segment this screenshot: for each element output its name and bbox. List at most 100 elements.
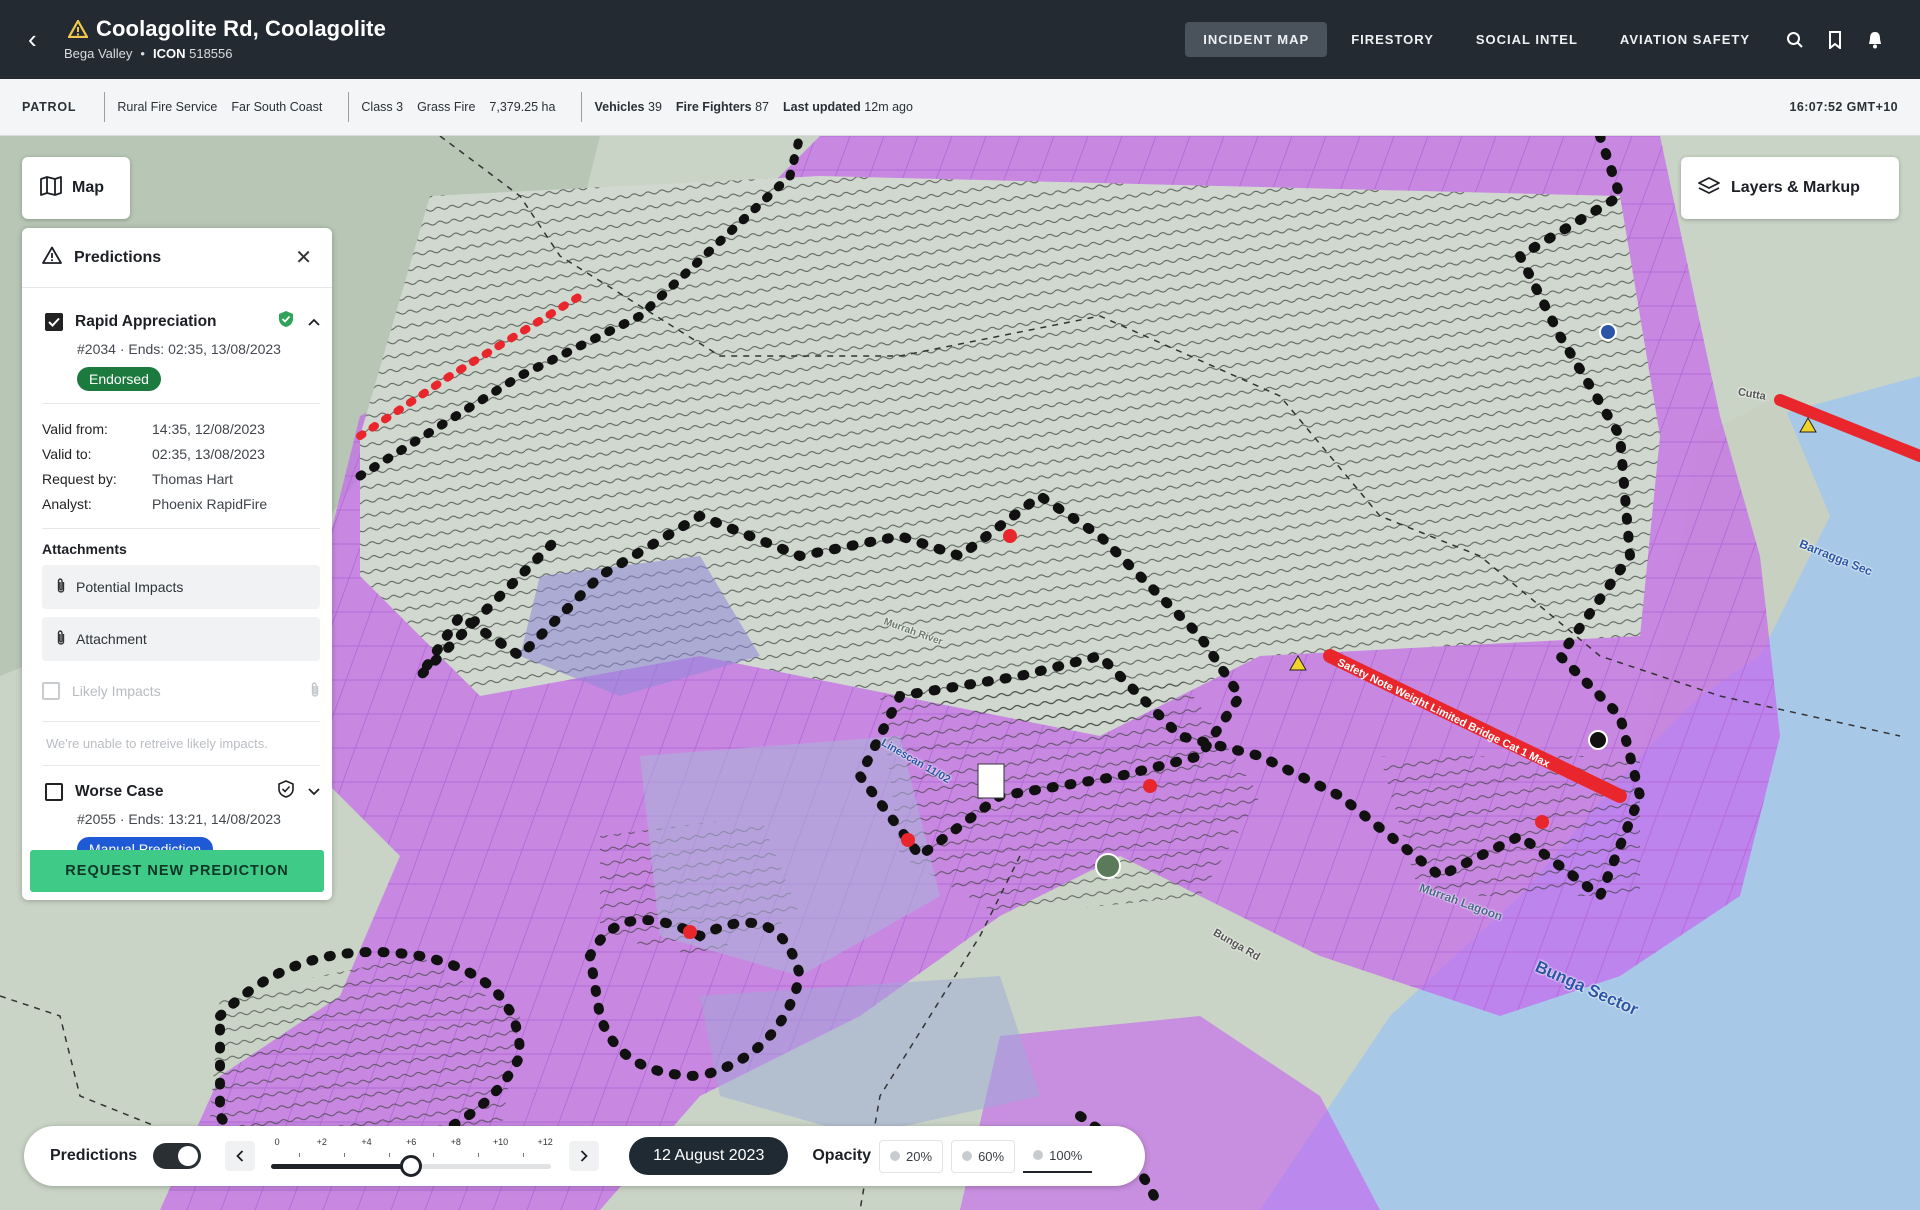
detail-key: Valid to: — [42, 445, 92, 462]
prediction-timeline: Predictions 0 +2 +4 +6 +8 +10 +12 12 Aug… — [24, 1126, 1145, 1186]
opacity-dot — [1033, 1150, 1044, 1160]
detail-value: 14:35, 12/08/2023 — [152, 420, 265, 437]
divider — [581, 92, 583, 122]
minor-tick — [299, 1153, 301, 1157]
prediction-card-rapid: Rapid Appreciation #2034 · Ends: 02:35, … — [42, 296, 320, 391]
opacity-dot — [962, 1151, 973, 1161]
paperclip-icon — [310, 681, 320, 702]
map-icon — [40, 175, 62, 201]
detail-key: Request by: — [42, 470, 117, 487]
region-label: Bega Valley — [64, 46, 133, 61]
back-button[interactable]: ‹ — [28, 24, 52, 54]
incident-title-row: Coolagolite Rd, Coolagolite — [68, 16, 386, 42]
fire-type-label: Grass Fire — [417, 100, 476, 114]
minor-tick — [433, 1153, 435, 1157]
layers-button-label: Layers & Markup — [1731, 179, 1860, 196]
tab-incident-map[interactable]: INCIDENT MAP — [1185, 22, 1328, 57]
opacity-dot — [890, 1151, 901, 1161]
prediction-1-name: Rapid Appreciation — [75, 312, 217, 330]
attachment-generic[interactable]: Attachment — [42, 617, 320, 661]
detail-key: Analyst: — [42, 495, 92, 512]
clock: 16:07:52 GMT+10 — [1789, 100, 1898, 114]
likely-impacts-label: Likely Impacts — [72, 683, 161, 699]
endorsed-badge: Endorsed — [77, 367, 161, 391]
minor-tick — [388, 1153, 390, 1157]
tick-label: +4 — [361, 1137, 372, 1147]
verified-shield-icon — [278, 310, 294, 333]
time-slider[interactable]: 0 +2 +4 +6 +8 +10 +12 — [271, 1131, 553, 1181]
icon-label: ICON — [152, 46, 186, 61]
separator-dot: • — [140, 46, 145, 61]
previous-button[interactable] — [225, 1141, 256, 1171]
layers-markup-button[interactable]: Layers & Markup — [1681, 157, 1899, 219]
panel-header: Predictions ✕ — [22, 228, 332, 288]
valid-to-row: Valid to: 02:35, 13/08/2023 — [42, 441, 332, 466]
tick-label: +8 — [450, 1137, 461, 1147]
opacity-option-60[interactable]: 60% — [951, 1139, 1016, 1173]
likely-impacts-checkbox — [42, 682, 60, 700]
tick-label: +6 — [406, 1137, 417, 1147]
detail-value: 02:35, 13/08/2023 — [152, 445, 265, 462]
opacity-value: 60% — [978, 1148, 1005, 1164]
prediction-1-id: #2034 — [77, 341, 116, 357]
valid-from-row: Valid from: 14:35, 12/08/2023 — [42, 416, 332, 441]
prediction-2-meta: #2055 · Ends: 13:21, 14/08/2023 — [77, 811, 281, 827]
vehicles-label: Vehicles — [594, 100, 645, 114]
map-button[interactable]: Map — [22, 157, 130, 219]
bell-icon[interactable] — [1862, 27, 1888, 53]
class-label: Class 3 — [361, 100, 404, 114]
detail-key: Valid from: — [42, 420, 108, 437]
bookmark-icon[interactable] — [1822, 27, 1848, 53]
chevron-left-icon — [236, 1150, 244, 1162]
prediction-2-checkbox[interactable] — [45, 782, 63, 801]
tick-label: +2 — [316, 1137, 327, 1147]
incident-title: Coolagolite Rd, Coolagolite — [96, 16, 386, 41]
paperclip-icon — [56, 629, 66, 650]
warning-outline-icon — [42, 246, 62, 269]
date-display[interactable]: 12 August 2023 — [629, 1137, 789, 1175]
prediction-1-ends: Ends: 02:35, 13/08/2023 — [128, 341, 281, 357]
vehicles-count: 39 — [648, 100, 662, 114]
chevron-down-icon[interactable] — [308, 783, 320, 801]
divider — [104, 92, 106, 122]
slider-handle[interactable] — [400, 1155, 423, 1177]
search-icon[interactable] — [1782, 27, 1808, 53]
prediction-card-worse: Worse Case #2055 · Ends: 13:21, 14/08/20… — [42, 766, 320, 861]
predictions-panel: Predictions ✕ Rapid Appreciation #2034 ·… — [22, 228, 332, 900]
prediction-2-name: Worse Case — [75, 782, 164, 800]
warning-icon — [68, 20, 88, 38]
tick-label: 0 — [274, 1137, 280, 1147]
opacity-option-100[interactable]: 100% — [1023, 1140, 1093, 1173]
tick-label: +12 — [537, 1137, 553, 1147]
opacity-label: Opacity — [812, 1147, 872, 1164]
attachment-potential-impacts[interactable]: Potential Impacts — [42, 565, 320, 609]
predictions-toggle[interactable] — [153, 1143, 202, 1169]
minor-tick — [478, 1153, 480, 1157]
shield-check-icon — [278, 780, 294, 803]
request-new-prediction-button[interactable]: REQUEST NEW PREDICTION — [30, 850, 324, 892]
chevron-right-icon — [581, 1150, 588, 1162]
opacity-value: 100% — [1049, 1147, 1083, 1163]
tab-social-intel[interactable]: SOCIAL INTEL — [1458, 22, 1596, 57]
attachment-label: Attachment — [76, 631, 147, 647]
firefighters-count: 87 — [755, 100, 770, 114]
next-button[interactable] — [569, 1141, 600, 1171]
timeline-label: Predictions — [50, 1147, 138, 1164]
layers-icon — [1697, 176, 1721, 201]
detail-value: Phoenix RapidFire — [152, 495, 268, 512]
chevron-up-icon[interactable] — [308, 313, 320, 331]
opacity-value: 20% — [906, 1148, 933, 1164]
prediction-1-checkbox[interactable] — [45, 312, 63, 331]
tab-aviation-safety[interactable]: AVIATION SAFETY — [1602, 22, 1768, 57]
slider-fill — [271, 1164, 412, 1169]
incident-status-bar: PATROL Rural Fire Service Far South Coas… — [0, 79, 1920, 136]
opacity-option-20[interactable]: 20% — [879, 1139, 944, 1173]
likely-impacts-row: Likely Impacts — [42, 673, 320, 709]
status-badge: PATROL — [22, 100, 77, 114]
close-icon[interactable]: ✕ — [295, 245, 312, 270]
area-label: Far South Coast — [231, 100, 323, 114]
main-nav: INCIDENT MAP FIRESTORY SOCIAL INTEL AVIA… — [1179, 0, 1888, 79]
tab-firestory[interactable]: FIRESTORY — [1333, 22, 1452, 57]
icon-number: 518556 — [189, 46, 233, 61]
last-updated-value: 12m ago — [864, 100, 913, 114]
